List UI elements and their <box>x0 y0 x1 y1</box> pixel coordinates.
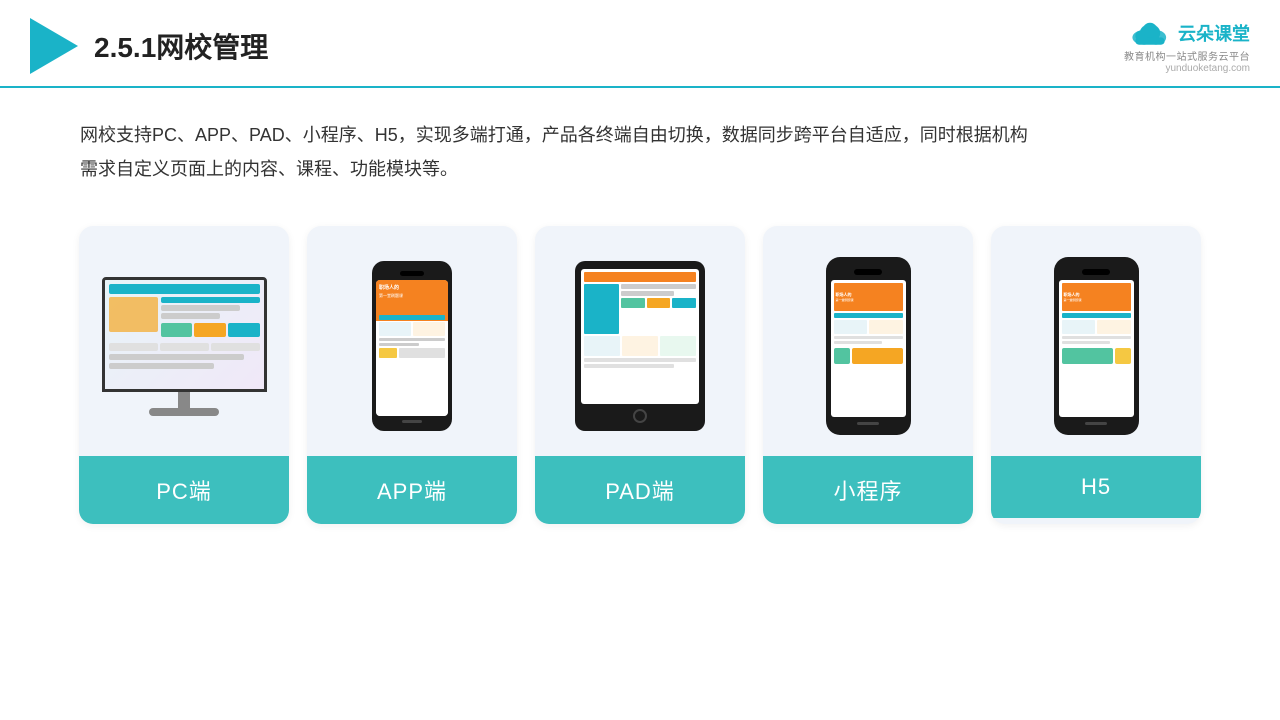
card-miniprogram-image: 职场人的 第一堂刷题课 <box>763 226 973 456</box>
mini-phone-h5-screen: 职场人的 第一堂刷题课 <box>1059 280 1134 417</box>
card-h5-image: 职场人的 第一堂刷题课 <box>991 226 1201 456</box>
card-h5-label: H5 <box>991 456 1201 518</box>
cards-container: PC端 职场人的 第一堂刷题课 <box>0 206 1280 554</box>
phone-icon: 职场人的 第一堂刷题课 <box>372 261 452 431</box>
description-block: 网校支持PC、APP、PAD、小程序、H5，实现多端打通，产品各终端自由切换，数… <box>0 88 1280 196</box>
card-app-image: 职场人的 第一堂刷题课 <box>307 226 517 456</box>
brand-tagline: 教育机构一站式服务云平台 <box>1124 48 1250 63</box>
header-right: 云朵课堂 教育机构一站式服务云平台 yunduoketang.com <box>1124 18 1250 74</box>
card-miniprogram-label: 小程序 <box>763 456 973 524</box>
mini-phone-h5-icon: 职场人的 第一堂刷题课 <box>1054 257 1139 435</box>
mini-phone-h5-home-button <box>1085 422 1107 425</box>
phone-screen: 职场人的 第一堂刷题课 <box>376 280 448 416</box>
phone-home-button <box>402 420 422 423</box>
header-left: 2.5.1网校管理 <box>30 18 268 74</box>
page-title: 2.5.1网校管理 <box>94 26 268 66</box>
tablet-home-button <box>633 409 647 423</box>
mini-phone-screen: 职场人的 第一堂刷题课 <box>831 280 906 417</box>
mini-phone-notch <box>854 269 882 275</box>
mini-phone-icon: 职场人的 第一堂刷题课 <box>826 257 911 435</box>
tablet-icon <box>575 261 705 431</box>
card-pad: PAD端 <box>535 226 745 524</box>
logo-triangle-icon <box>30 18 78 74</box>
brand-logo: 云朵课堂 <box>1128 18 1250 48</box>
brand-url: yunduoketang.com <box>1165 63 1250 74</box>
monitor-icon <box>102 277 267 416</box>
brand-name: 云朵课堂 <box>1178 20 1250 46</box>
card-pc-image <box>79 226 289 456</box>
card-pc-label: PC端 <box>79 456 289 524</box>
card-pad-image <box>535 226 745 456</box>
phone-notch <box>400 271 424 276</box>
card-app-label: APP端 <box>307 456 517 524</box>
cloud-icon <box>1128 18 1172 48</box>
header: 2.5.1网校管理 云朵课堂 教育机构一站式服务云平台 yunduoketang… <box>0 0 1280 88</box>
card-app: 职场人的 第一堂刷题课 <box>307 226 517 524</box>
card-miniprogram: 职场人的 第一堂刷题课 <box>763 226 973 524</box>
mini-phone-h5-notch <box>1082 269 1110 275</box>
description-line2: 需求自定义页面上的内容、课程、功能模块等。 <box>80 152 1200 186</box>
description-line1: 网校支持PC、APP、PAD、小程序、H5，实现多端打通，产品各终端自由切换，数… <box>80 118 1200 152</box>
mini-phone-home-button <box>857 422 879 425</box>
tablet-screen <box>581 269 699 404</box>
card-pc: PC端 <box>79 226 289 524</box>
card-pad-label: PAD端 <box>535 456 745 524</box>
card-h5: 职场人的 第一堂刷题课 <box>991 226 1201 524</box>
